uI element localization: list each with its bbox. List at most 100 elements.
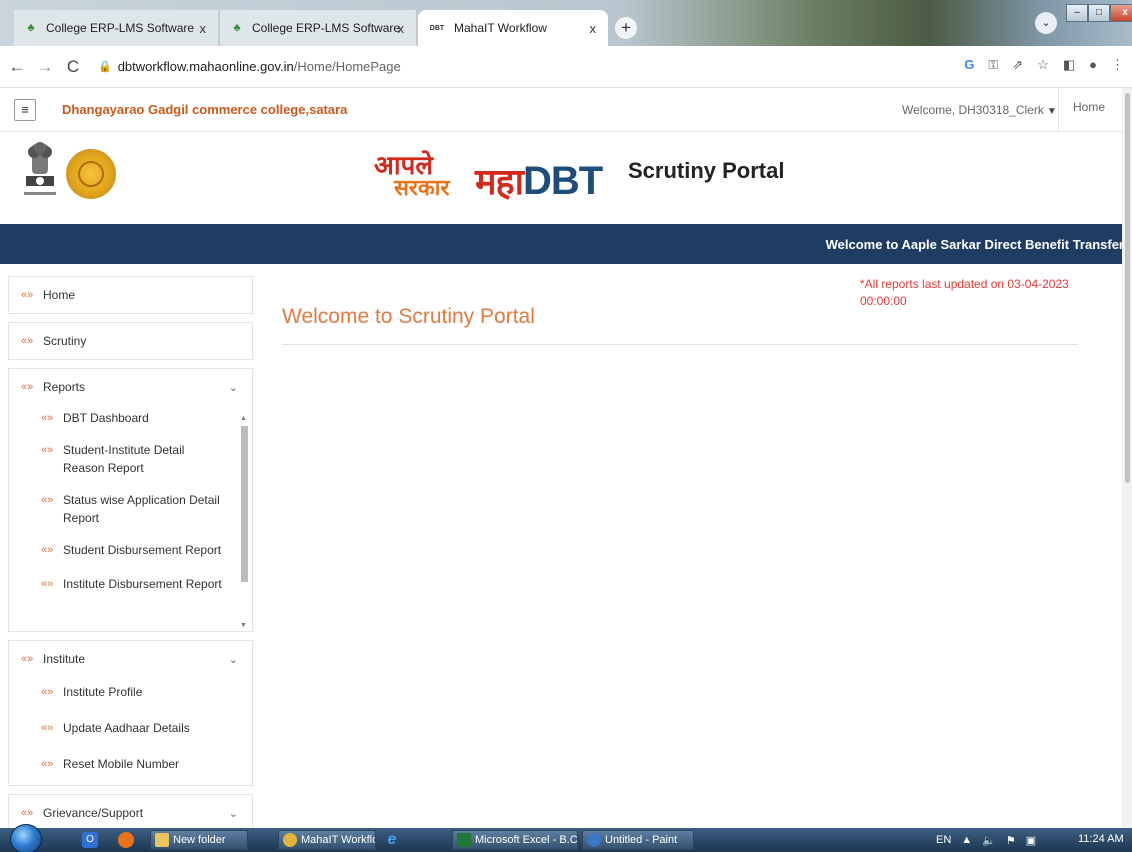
leaf-favicon-icon: ♣ <box>233 22 241 34</box>
tab-close-icon[interactable]: x <box>590 21 597 36</box>
diamond-bullet-icon: «» <box>41 494 54 506</box>
sidebar-item-dbt-dashboard[interactable]: «» DBT Dashboard <box>9 405 252 427</box>
back-arrow-icon[interactable]: ← <box>6 57 28 77</box>
url-field[interactable]: dbtworkflow.mahaonline.gov.in/Home/HomeP… <box>118 59 401 74</box>
lock-icon: 🔒 <box>98 61 112 73</box>
folder-icon <box>155 833 169 847</box>
taskbar-button-label: Untitled - Paint <box>605 834 678 846</box>
sidebar-item-label: Institute <box>43 652 86 666</box>
user-menu[interactable]: Welcome, DH30318_Clerk ▼ <box>902 103 1057 117</box>
sidebar-item-update-aadhaar[interactable]: «» Update Aadhaar Details <box>9 701 252 737</box>
minimize-button[interactable]: – <box>1066 4 1088 22</box>
sidepanel-icon[interactable]: ◧ <box>1063 57 1075 73</box>
kebab-menu-icon[interactable]: ⋮ <box>1111 57 1124 73</box>
sidebar-item-student-disbursement[interactable]: «» Student Disbursement Report <box>9 527 252 559</box>
key-icon[interactable]: ⚿ <box>988 57 998 73</box>
start-button[interactable] <box>10 824 42 852</box>
taskbar: O New folder MahaIT Workflow - ... e Mic… <box>0 824 1132 852</box>
logo-band: आपले सरकार महाDBT Scrutiny Portal <box>0 132 1122 224</box>
sidebar-item-student-institute-report[interactable]: «» Student-Institute Detail Reason Report <box>9 427 252 477</box>
toolbar-icons: G ⚿ ⇗ ☆ ◧ ● ⋮ <box>964 57 1124 73</box>
new-tab-button[interactable]: + <box>615 17 637 39</box>
browser-tab-2[interactable]: ♣ College ERP-LMS Software x <box>220 10 416 46</box>
sidebar-item-institute[interactable]: «» Institute ⌄ <box>9 641 252 677</box>
diamond-bullet-icon: «» <box>21 289 34 301</box>
reports-scrollbar-thumb[interactable] <box>241 426 248 582</box>
sidebar: «» Home «» Scrutiny «» Reports ⌄ «» DBT Dashb… <box>8 276 253 828</box>
chevron-down-icon: ⌄ <box>228 381 238 394</box>
sidebar-item-label: Student-Institute Detail Reason Report <box>63 443 185 475</box>
sidebar-item-status-wise-report[interactable]: «» Status wise Application Detail Report <box>9 477 252 527</box>
reports-submenu: «» DBT Dashboard «» Student-Institute Deta… <box>9 405 252 593</box>
sidebar-group-reports: «» Reports ⌄ «» DBT Dashboard «» Student-Ins… <box>8 368 253 632</box>
home-link[interactable]: Home <box>1058 88 1122 132</box>
address-bar: ← → C 🔒 dbtworkflow.mahaonline.gov.in/Ho… <box>0 46 1132 88</box>
google-icon[interactable]: G <box>964 57 974 73</box>
internet-explorer-icon[interactable]: e <box>384 832 400 848</box>
scroll-up-arrow-icon[interactable]: ▲ <box>240 415 247 422</box>
language-indicator[interactable]: EN <box>936 834 951 846</box>
logo-aaple-text: आपले <box>374 151 433 181</box>
tab-close-icon[interactable]: x <box>200 21 207 36</box>
sidebar-item-scrutiny[interactable]: «» Scrutiny <box>8 322 253 360</box>
taskbar-button-label: New folder <box>173 834 226 846</box>
site-header: ≡ Dhangayarao Gadgil commerce college,sa… <box>0 88 1122 132</box>
sidebar-item-label: Institute Profile <box>63 685 143 699</box>
logo-sarkar-text: सरकार <box>394 176 450 201</box>
sidebar-item-label: Reports <box>43 380 86 394</box>
close-window-button[interactable]: x <box>1110 4 1132 22</box>
sidebar-item-label: Grievance/Support <box>43 806 144 820</box>
volume-icon[interactable]: 🔈 <box>982 834 996 847</box>
sidebar-item-home[interactable]: «» Home <box>8 276 253 314</box>
sidebar-item-label: Student Disbursement Report <box>63 543 222 557</box>
screen: ♣ College ERP-LMS Software x ♣ College E… <box>0 0 1132 852</box>
diamond-bullet-icon: «» <box>41 758 54 770</box>
sidebar-item-label: Institute Disbursement Report <box>63 577 222 591</box>
maximize-button[interactable]: □ <box>1088 4 1110 22</box>
diamond-bullet-icon: «» <box>21 381 34 393</box>
profile-icon[interactable]: ● <box>1089 57 1097 73</box>
diamond-bullet-icon: «» <box>41 412 54 424</box>
college-name: Dhangayarao Gadgil commerce college,sata… <box>62 102 348 117</box>
taskbar-button-excel[interactable]: Microsoft Excel - B.C... <box>452 830 578 850</box>
tab-title: MahaIT Workflow <box>454 21 547 35</box>
show-hidden-icons-icon[interactable]: ▲ <box>961 834 972 846</box>
sidebar-item-label: Status wise Application Detail Report <box>63 493 220 525</box>
tab-close-icon[interactable]: x <box>398 21 405 36</box>
share-icon[interactable]: ⇗ <box>1012 57 1023 73</box>
diamond-bullet-icon: «» <box>41 722 54 734</box>
browser-tab-active[interactable]: DBT MahaIT Workflow x <box>418 10 608 46</box>
sidebar-item-grievance[interactable]: «» Grievance/Support ⌄ <box>8 794 253 828</box>
page-title: Welcome to Scrutiny Portal <box>282 305 535 328</box>
taskbar-clock[interactable]: 11:24 AM <box>1078 833 1124 845</box>
reload-icon[interactable]: C <box>62 57 84 77</box>
browser-tab-1[interactable]: ♣ College ERP-LMS Software x <box>14 10 218 46</box>
excel-icon <box>457 833 471 847</box>
sidebar-item-reset-mobile[interactable]: «» Reset Mobile Number <box>9 737 252 773</box>
hamburger-menu-icon[interactable]: ≡ <box>14 98 36 121</box>
taskbar-button-paint[interactable]: Untitled - Paint <box>582 830 694 850</box>
flag-icon[interactable]: ⚑ <box>1006 834 1016 847</box>
page-scrollbar-thumb[interactable] <box>1125 93 1130 483</box>
outlook-icon[interactable]: O <box>82 832 98 848</box>
sidebar-item-reports[interactable]: «» Reports ⌄ <box>9 369 252 405</box>
taskbar-button-folder[interactable]: New folder <box>150 830 248 850</box>
tab-search-chevron-icon[interactable]: ⌄ <box>1035 12 1057 34</box>
firefox-icon[interactable] <box>118 832 134 848</box>
national-emblem-icon <box>24 142 56 195</box>
star-icon[interactable]: ☆ <box>1037 57 1049 73</box>
paint-icon <box>587 833 601 847</box>
title-divider <box>282 344 1078 345</box>
dbt-favicon-icon: DBT <box>429 24 445 32</box>
sidebar-item-institute-disbursement[interactable]: «» Institute Disbursement Report <box>9 559 252 593</box>
scroll-down-arrow-icon[interactable]: ▼ <box>240 622 247 629</box>
network-icon[interactable]: ▣ <box>1026 834 1036 847</box>
window-controls: – □ x <box>1066 4 1132 26</box>
reports-update-note: *All reports last updated on 03-04-2023 … <box>860 277 1069 308</box>
taskbar-button-label: MahaIT Workflow - ... <box>301 834 375 846</box>
sidebar-item-institute-profile[interactable]: «» Institute Profile <box>9 677 252 701</box>
forward-arrow-icon[interactable]: → <box>34 57 56 77</box>
taskbar-button-chrome[interactable]: MahaIT Workflow - ... <box>278 830 376 850</box>
diamond-bullet-icon: «» <box>21 807 34 819</box>
welcome-banner: Welcome to Aaple Sarkar Direct Benefit T… <box>0 224 1124 264</box>
